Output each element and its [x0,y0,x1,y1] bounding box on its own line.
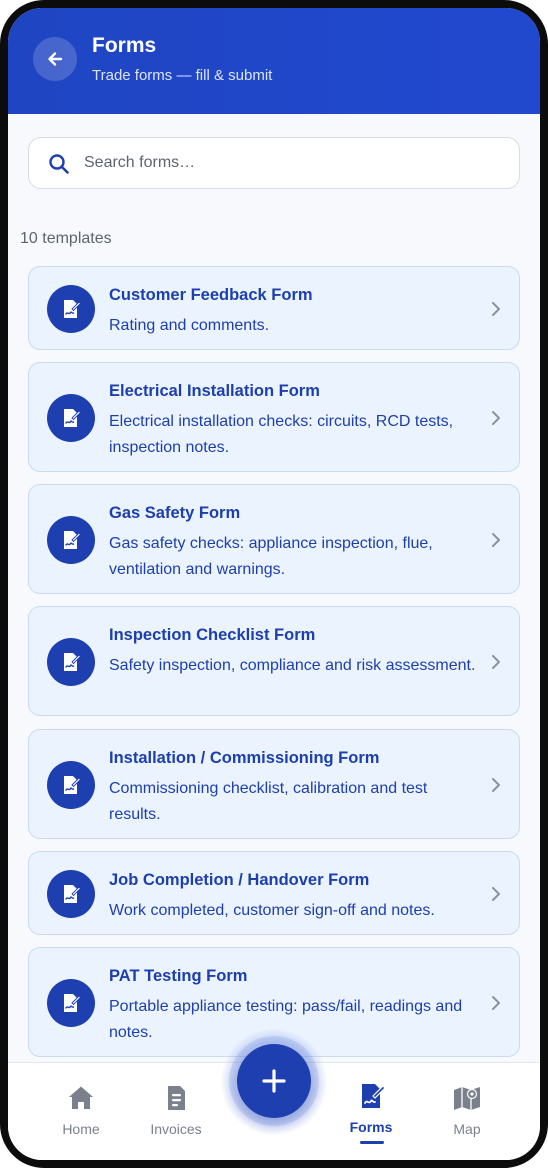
form-icon-badge [47,285,95,333]
document-signature-icon [64,653,82,671]
form-icon-badge [47,394,95,442]
app-screen: Forms Trade forms — fill & submit 10 tem… [8,8,540,1160]
invoice-icon [168,1086,185,1110]
form-description: Rating and comments. [109,317,270,334]
form-title: Electrical Installation Form [109,382,320,400]
form-description: Commissioning checklist, calibration and… [109,780,428,823]
chevron-right-icon [492,778,500,792]
nav-tab-map[interactable]: Map [422,1063,512,1160]
nav-label-forms: Forms [349,1119,393,1135]
template-count: 10 templates [20,230,112,247]
form-template-card[interactable]: Inspection Checklist Form Safety inspecti… [28,606,520,716]
chevron-right-icon [492,411,500,425]
chevron-right-icon [492,655,500,669]
form-icon-badge [47,638,95,686]
nav-tab-forms[interactable]: Forms [326,1063,416,1160]
form-template-card[interactable]: Electrical Installation Form Electrical i… [28,362,520,472]
document-signature-icon [64,409,82,427]
nav-tab-home[interactable]: Home [36,1063,126,1160]
form-template-card[interactable]: Job Completion / Handover Form Work compl… [28,851,520,935]
arrow-left-icon [48,52,63,66]
form-description: Safety inspection, compliance and risk a… [109,657,476,674]
chevron-right-icon [492,887,500,901]
document-signature-icon [64,300,82,318]
form-icon-badge [47,761,95,809]
form-icon-badge [47,516,95,564]
chevron-right-icon [492,996,500,1010]
nav-tab-invoices[interactable]: Invoices [131,1063,221,1160]
form-icon-badge [47,870,95,918]
app-header: Forms Trade forms — fill & submit [8,8,540,114]
back-button[interactable] [33,37,77,81]
document-signature-icon [64,531,82,549]
page-title: Forms [92,34,157,57]
form-description: Electrical installation checks: circuits… [109,413,454,456]
form-title: Installation / Commissioning Form [109,749,380,767]
form-template-card[interactable]: Customer Feedback Form Rating and comment… [28,266,520,350]
device-frame: Forms Trade forms — fill & submit 10 tem… [0,0,548,1168]
form-icon-badge [47,979,95,1027]
nav-label-home: Home [62,1121,100,1137]
document-signature-icon [64,776,82,794]
form-template-card[interactable]: Gas Safety Form Gas safety checks: applia… [28,484,520,594]
nav-label-map: Map [453,1121,481,1137]
form-title: Customer Feedback Form [109,286,313,304]
search-bar[interactable] [28,137,520,189]
form-description: Gas safety checks: appliance inspection,… [109,535,433,578]
nav-label-invoices: Invoices [150,1121,202,1137]
page-subtitle: Trade forms — fill & submit [92,67,273,84]
document-signature-icon [64,885,82,903]
form-title: Gas Safety Form [109,504,241,522]
search-input[interactable] [84,150,504,176]
chevron-right-icon [492,533,500,547]
home-icon [69,1086,93,1109]
document-signature-icon [64,994,82,1012]
form-template-card[interactable]: Installation / Commissioning Form Commiss… [28,729,520,839]
active-tab-indicator [360,1141,384,1144]
new-form-button[interactable] [237,1044,311,1118]
form-title: Inspection Checklist Form [109,626,316,644]
search-icon [49,154,69,174]
plus-icon [262,1069,286,1093]
document-signature-icon [362,1084,386,1108]
form-title: PAT Testing Form [109,967,248,985]
chevron-right-icon [492,302,500,316]
form-description: Work completed, customer sign-off and no… [109,902,435,919]
map-icon [454,1087,480,1110]
form-title: Job Completion / Handover Form [109,871,370,889]
